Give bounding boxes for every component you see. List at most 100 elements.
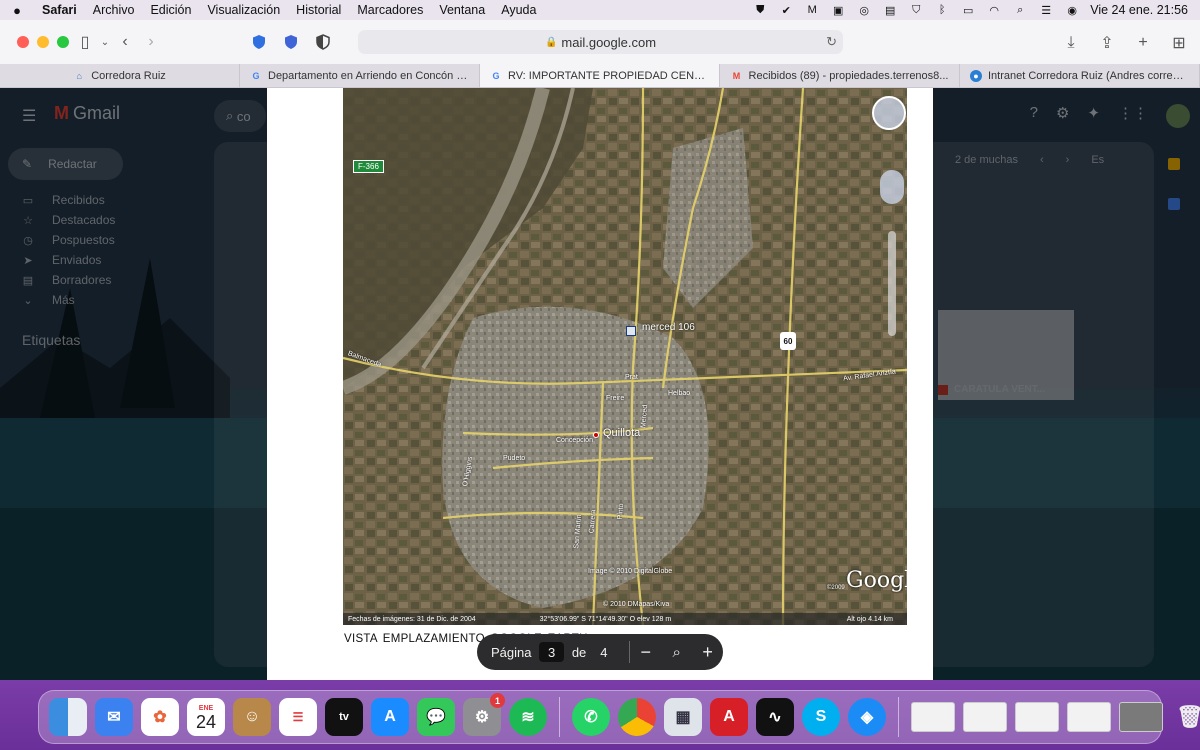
placemark-flag-icon[interactable]	[626, 326, 636, 336]
wifi-icon[interactable]: ◠	[986, 3, 1002, 17]
tab-recibidos[interactable]: M Recibidos (89) - propiedades.terrenos8…	[720, 64, 960, 87]
whatsapp-icon[interactable]: ✆	[572, 698, 610, 736]
checkmark-app-icon[interactable]: ✔	[778, 3, 794, 17]
menu-ventana[interactable]: Ventana	[431, 3, 493, 17]
tab-rv-importante[interactable]: G RV: IMPORTANTE PROPIEDAD CENTRAL...	[480, 64, 720, 87]
minimized-window-thumbnail[interactable]	[1015, 702, 1059, 732]
sidebar-toggle-icon[interactable]: ▯	[72, 29, 98, 55]
google-favicon-icon: G	[252, 70, 260, 81]
street-label: Prat	[625, 374, 638, 381]
dock-separator	[898, 697, 899, 737]
tab-title: Recibidos (89) - propiedades.terrenos8..…	[748, 69, 949, 82]
skype-icon[interactable]: S	[802, 698, 840, 736]
minimized-window-thumbnail[interactable]	[1067, 702, 1111, 732]
map-svg	[343, 88, 907, 625]
spotify-icon[interactable]: ≋	[509, 698, 547, 736]
menu-historial[interactable]: Historial	[288, 3, 349, 17]
system-settings-icon[interactable]: ⚙ 1	[463, 693, 505, 736]
mail-icon[interactable]: ✉	[95, 698, 133, 736]
camera-icon[interactable]: ▣	[830, 3, 846, 17]
safari-icon[interactable]: ◈	[848, 698, 886, 736]
zoom-window-button[interactable]	[57, 36, 69, 48]
placemark-label: merced 106	[642, 322, 695, 333]
menu-visualizacion[interactable]: Visualización	[199, 3, 288, 17]
menu-edicion[interactable]: Edición	[142, 3, 199, 17]
tab-intranet[interactable]: ● Intranet Corredora Ruiz (Andres corred…	[960, 64, 1200, 87]
menu-marcadores[interactable]: Marcadores	[349, 3, 431, 17]
minimized-window-thumbnail[interactable]	[911, 702, 955, 732]
voice-memos-icon[interactable]: ∿	[756, 698, 794, 736]
extension-shield-icon[interactable]	[248, 31, 270, 53]
macos-menu-bar: ● Safari Archivo Edición Visualización H…	[0, 0, 1200, 20]
zoom-out-button[interactable]: −	[630, 638, 661, 666]
street-label: Pinto	[616, 503, 626, 520]
bluetooth-icon[interactable]: ᛒ	[934, 3, 950, 17]
menu-clock[interactable]: Vie 24 ene. 21:56	[1090, 3, 1188, 17]
notification-badge: 1	[490, 693, 505, 708]
map-move-control[interactable]	[880, 170, 904, 204]
siri-icon[interactable]: ◉	[1064, 3, 1080, 17]
reminders-icon[interactable]: ☰	[279, 698, 317, 736]
map-look-control[interactable]	[872, 96, 906, 130]
tab-departamento-arriendo[interactable]: G Departamento en Arriendo en Concón | P…	[240, 64, 480, 87]
preview-icon[interactable]: ▦	[664, 698, 702, 736]
address-bar[interactable]: 🔒 mail.google.com ↻	[358, 30, 843, 54]
vpn-shield-icon[interactable]: ⛊	[752, 3, 768, 17]
privacy-report-icon[interactable]	[312, 31, 334, 53]
street-label: Pudeto	[503, 455, 526, 462]
trash-icon[interactable]: 🗑	[1171, 698, 1200, 736]
tab-overview-icon[interactable]: ⊞	[1166, 30, 1192, 56]
spotlight-search-icon[interactable]: ⌕	[1012, 3, 1028, 17]
malwarebytes-icon[interactable]: M	[804, 3, 820, 17]
zoom-fit-icon[interactable]: ⌕	[661, 638, 692, 666]
clipboard-icon[interactable]: ▤	[882, 3, 898, 17]
contacts-icon[interactable]: ☺	[233, 698, 271, 736]
minimize-window-button[interactable]	[37, 36, 49, 48]
tab-group-chevron-icon[interactable]: ⌄	[98, 29, 112, 55]
share-icon[interactable]: ⇪	[1094, 30, 1120, 56]
back-button[interactable]: ‹	[112, 29, 138, 55]
minimized-window-thumbnail[interactable]	[963, 702, 1007, 732]
satellite-map-image: F-366 60 merced 106 Quillota Balmaceda P…	[343, 88, 907, 625]
menu-archivo[interactable]: Archivo	[85, 3, 143, 17]
forward-button[interactable]: ›	[138, 29, 164, 55]
downloads-icon[interactable]: ⤓	[1058, 30, 1084, 56]
finder-icon[interactable]	[49, 698, 87, 736]
address-url: mail.google.com	[561, 34, 657, 50]
map-zoom-slider[interactable]	[888, 231, 896, 336]
page-label: Página	[491, 644, 532, 660]
tab-corredora-ruiz[interactable]: ⌂ Corredora Ruiz	[0, 64, 240, 87]
highway-60-badge: 60	[780, 332, 796, 350]
reload-icon[interactable]: ↻	[826, 34, 837, 50]
app-store-icon[interactable]: A	[371, 698, 409, 736]
imagery-date: Fechas de imágenes: 31 de Dic. de 2004	[348, 615, 476, 623]
route-f366-badge: F-366	[353, 160, 384, 173]
new-tab-button[interactable]: +	[1130, 30, 1156, 56]
menu-app-safari[interactable]: Safari	[34, 3, 85, 17]
google-logo: Google	[846, 568, 907, 593]
tab-title: Intranet Corredora Ruiz (Andres corredor…	[988, 69, 1189, 82]
control-center-icon[interactable]: ☰	[1038, 3, 1054, 17]
extension-vpn-icon[interactable]	[280, 31, 302, 53]
battery-icon[interactable]: ▭	[960, 3, 976, 17]
security-shield-icon[interactable]: ⛉	[908, 3, 924, 17]
tab-title: RV: IMPORTANTE PROPIEDAD CENTRAL...	[508, 69, 709, 82]
minimized-window-thumbnail[interactable]	[1119, 702, 1163, 732]
corredora-favicon-icon: ⌂	[76, 70, 82, 81]
menu-ayuda[interactable]: Ayuda	[493, 3, 544, 17]
close-window-button[interactable]	[17, 36, 29, 48]
messages-icon[interactable]: 💬	[417, 698, 455, 736]
apple-tv-icon[interactable]: tv	[325, 698, 363, 736]
street-label: Helbao	[668, 390, 691, 397]
gmail-favicon-icon: M	[732, 70, 741, 81]
zoom-in-button[interactable]: +	[692, 638, 723, 666]
current-page-input[interactable]: 3	[539, 642, 564, 662]
chrome-icon[interactable]	[618, 698, 656, 736]
photos-icon[interactable]: ✿	[141, 698, 179, 736]
dock-separator	[559, 697, 560, 737]
acrobat-icon[interactable]: A	[710, 698, 748, 736]
creative-cloud-icon[interactable]: ◎	[856, 3, 872, 17]
window-controls	[0, 36, 72, 48]
apple-menu-icon[interactable]: ●	[0, 3, 34, 18]
calendar-icon[interactable]: ENE 24	[187, 698, 225, 736]
